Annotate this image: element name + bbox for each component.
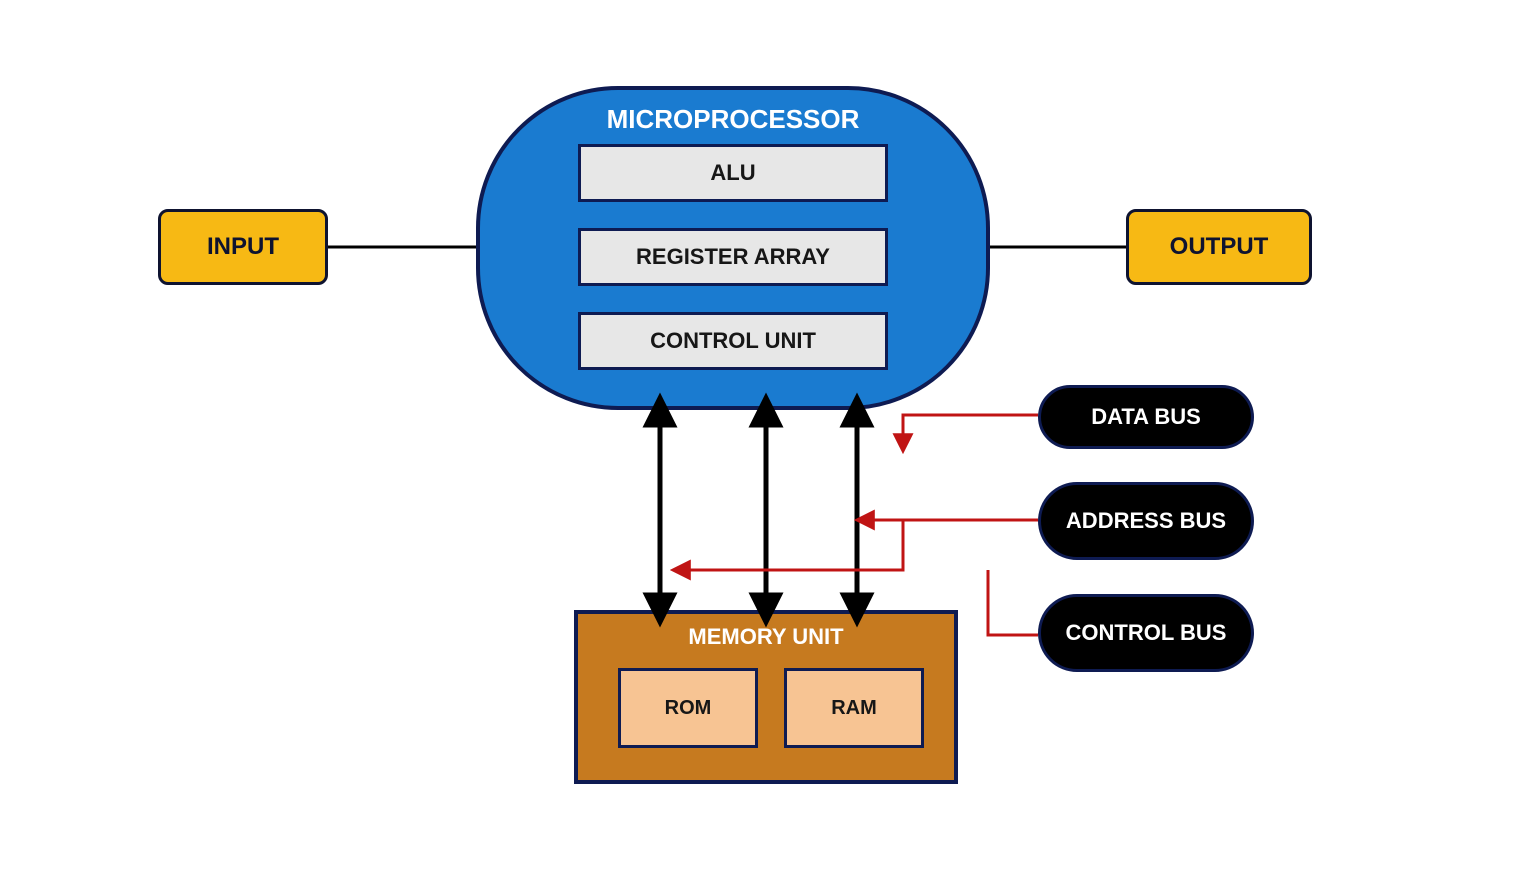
- control-unit-block: CONTROL UNIT: [578, 312, 888, 370]
- control-bus-label: CONTROL BUS: [1038, 594, 1254, 672]
- ram-block: RAM: [784, 668, 924, 748]
- rom-block: ROM: [618, 668, 758, 748]
- control-unit-label: CONTROL UNIT: [650, 328, 816, 354]
- alu-label: ALU: [710, 160, 755, 186]
- input-block: INPUT: [158, 209, 328, 285]
- memory-unit-title: MEMORY UNIT: [576, 624, 956, 650]
- address-bus-text: ADDRESS BUS: [1066, 508, 1226, 534]
- register-array-label: REGISTER ARRAY: [636, 244, 830, 270]
- data-bus-label: DATA BUS: [1038, 385, 1254, 449]
- label-connector-control-bus: [988, 570, 1038, 635]
- data-bus-text: DATA BUS: [1091, 404, 1201, 430]
- alu-block: ALU: [578, 144, 888, 202]
- output-label: OUTPUT: [1170, 233, 1269, 261]
- label-connector-address-bus-b: [674, 520, 903, 570]
- output-block: OUTPUT: [1126, 209, 1312, 285]
- label-connector-data-bus: [903, 415, 1038, 450]
- control-bus-text: CONTROL BUS: [1066, 620, 1227, 646]
- address-bus-label: ADDRESS BUS: [1038, 482, 1254, 560]
- diagram-canvas: INPUT OUTPUT MICROPROCESSOR ALU REGISTER…: [28, 0, 1488, 872]
- ram-label: RAM: [831, 697, 877, 720]
- register-array-block: REGISTER ARRAY: [578, 228, 888, 286]
- input-label: INPUT: [207, 233, 279, 261]
- microprocessor-title: MICROPROCESSOR: [578, 104, 888, 135]
- rom-label: ROM: [665, 697, 712, 720]
